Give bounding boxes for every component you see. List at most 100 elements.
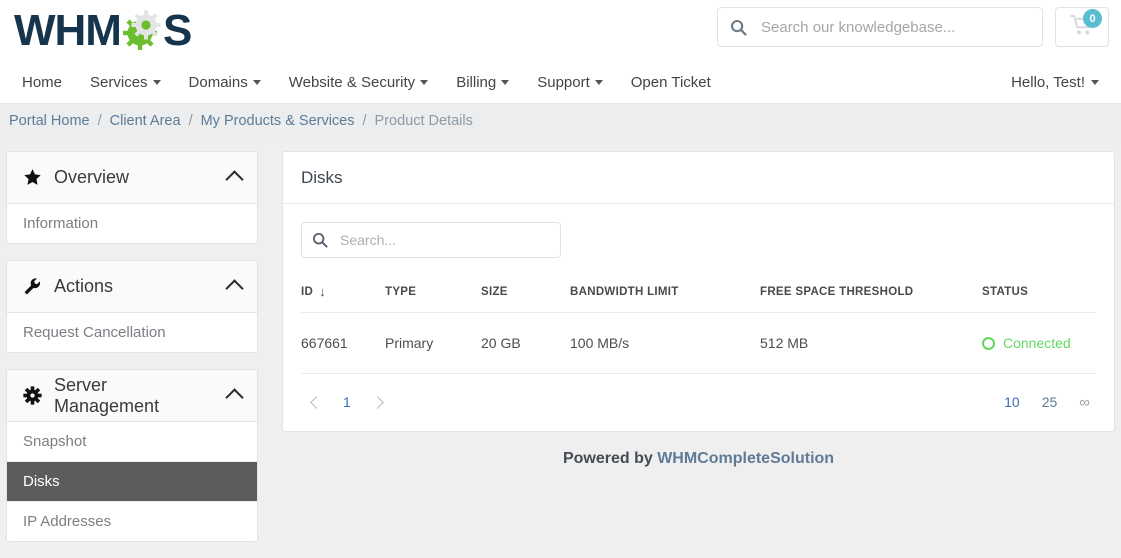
nav-item-home[interactable]: Home	[18, 74, 76, 91]
circle-outline-icon	[982, 336, 995, 350]
column-header-free-space-threshold[interactable]: FREE SPACE THRESHOLD	[760, 270, 982, 313]
pagination-page-sizes: 10 25 ∞	[1004, 394, 1096, 411]
table-row[interactable]: 667661 Primary 20 GB 100 MB/s 512 MB Con…	[301, 312, 1096, 374]
breadcrumb-separator: /	[97, 112, 102, 129]
footer-powered-by-text: Powered by	[562, 450, 658, 467]
page-size-25[interactable]: 25	[1042, 394, 1058, 410]
nav-item-website-security[interactable]: Website & Security	[275, 74, 442, 91]
header-actions: 0	[717, 7, 1109, 47]
main-content: Disks Search... ID ↓ TYPE SIZE BANDWIDTH…	[282, 151, 1115, 468]
site-footer: Powered by WHMCompleteSolution	[282, 432, 1115, 468]
breadcrumb: Portal Home / Client Area / My Products …	[0, 104, 1121, 137]
knowledgebase-search-input[interactable]	[759, 17, 1030, 37]
cell-type: Primary	[385, 312, 481, 374]
gear-icon	[23, 386, 42, 405]
breadcrumb-item-product-details: Product Details	[374, 112, 473, 129]
chevron-left-icon[interactable]	[301, 388, 329, 416]
account-menu[interactable]: Hello, Test!	[1011, 74, 1105, 91]
chevron-down-icon	[152, 80, 161, 85]
cart-count-badge: 0	[1083, 9, 1102, 28]
sidebar-panel-server-management: Server Management Snapshot Disks IP Addr…	[6, 369, 258, 542]
sidebar-panel-server-management-header[interactable]: Server Management	[7, 370, 257, 422]
chevron-down-icon	[420, 80, 429, 85]
nav-item-billing[interactable]: Billing	[442, 74, 523, 91]
table-search-input[interactable]	[338, 231, 550, 249]
sidebar-item-disks[interactable]: Disks	[7, 462, 257, 502]
arrow-down-icon: ↓	[319, 284, 326, 299]
main-navigation: Home Services Domains Website & Security…	[0, 62, 1121, 104]
logo-text-s: S	[162, 6, 192, 55]
table-header-row: ID ↓ TYPE SIZE BANDWIDTH LIMIT FREE SPACE…	[301, 270, 1096, 313]
cell-status: Connected	[982, 312, 1096, 374]
account-menu-label: Hello, Test!	[1011, 74, 1085, 91]
page-size-all[interactable]: ∞	[1079, 394, 1090, 411]
nav-label: Home	[22, 74, 63, 91]
nav-item-support[interactable]: Support	[523, 74, 617, 91]
chevron-up-icon[interactable]	[225, 170, 244, 189]
nav-label: Billing	[456, 74, 497, 91]
nav-label: Support	[537, 74, 590, 91]
whmcs-logo[interactable]: WHM S	[14, 6, 192, 55]
gear-icon	[119, 8, 165, 54]
chevron-up-icon[interactable]	[225, 279, 244, 298]
pagination: 1 10 25 ∞	[301, 374, 1096, 431]
knowledgebase-search[interactable]	[717, 7, 1043, 47]
search-icon	[312, 232, 328, 248]
chevron-up-icon[interactable]	[225, 388, 244, 407]
pagination-page-1[interactable]: 1	[335, 394, 359, 410]
sidebar-panel-actions-header[interactable]: Actions	[7, 261, 257, 313]
chevron-down-icon	[1091, 80, 1099, 85]
sidebar-panel-title: Overview	[54, 167, 130, 187]
column-header-status[interactable]: STATUS	[982, 270, 1096, 313]
breadcrumb-separator: /	[188, 112, 193, 129]
chevron-down-icon	[501, 80, 510, 85]
wrench-icon	[23, 277, 42, 296]
sidebar-item-ip-addresses[interactable]: IP Addresses	[7, 502, 257, 541]
chevron-down-icon	[594, 80, 603, 85]
nav-item-services[interactable]: Services	[76, 74, 175, 91]
breadcrumb-item-my-products-services[interactable]: My Products & Services	[198, 113, 358, 129]
sidebar-item-request-cancellation[interactable]: Request Cancellation	[7, 313, 257, 352]
page-body: Overview Information Actions Request Can…	[0, 137, 1121, 558]
nav-label: Open Ticket	[630, 74, 711, 91]
column-header-type[interactable]: TYPE	[385, 270, 481, 313]
shopping-cart-button[interactable]: 0	[1055, 7, 1109, 47]
nav-label: Website & Security	[288, 74, 416, 91]
breadcrumb-item-portal-home[interactable]: Portal Home	[6, 113, 93, 129]
pagination-pages: 1	[301, 388, 393, 416]
page-title: Disks	[283, 152, 1114, 204]
cell-bandwidth-limit: 100 MB/s	[570, 312, 760, 374]
cell-free-space-threshold: 512 MB	[760, 312, 982, 374]
status-badge: Connected	[982, 335, 1096, 351]
cell-id: 667661	[301, 312, 385, 374]
disks-card-body: ID ↓ TYPE SIZE BANDWIDTH LIMIT FREE SPACE…	[283, 204, 1114, 431]
nav-label: Domains	[188, 74, 248, 91]
sidebar-panel-overview-header[interactable]: Overview	[7, 152, 257, 204]
sidebar: Overview Information Actions Request Can…	[6, 151, 258, 558]
cell-size: 20 GB	[481, 312, 570, 374]
nav-label: Services	[90, 74, 148, 91]
breadcrumb-separator: /	[362, 112, 367, 129]
site-header: WHM S Search our knowledgebase... 0	[0, 0, 1121, 62]
sidebar-item-snapshot[interactable]: Snapshot	[7, 422, 257, 462]
sidebar-item-information[interactable]: Information	[7, 204, 257, 243]
page-size-10[interactable]: 10	[1004, 394, 1020, 410]
search-icon	[730, 19, 747, 36]
column-header-size[interactable]: SIZE	[481, 270, 570, 313]
footer-brand-link[interactable]: WHMCompleteSolution	[657, 450, 834, 467]
table-search[interactable]	[301, 222, 561, 258]
breadcrumb-item-client-area[interactable]: Client Area	[107, 113, 184, 129]
sidebar-panel-title: Actions	[54, 276, 114, 296]
nav-item-domains[interactable]: Domains	[175, 74, 275, 91]
chevron-right-icon[interactable]	[365, 388, 393, 416]
column-header-id[interactable]: ID ↓	[301, 270, 385, 313]
nav-item-open-ticket[interactable]: Open Ticket	[617, 74, 725, 91]
sidebar-panel-overview: Overview Information	[6, 151, 258, 244]
star-icon	[23, 168, 42, 187]
nav-items: Home Services Domains Website & Security…	[18, 74, 725, 91]
status-label: Connected	[1003, 335, 1071, 351]
disks-table: ID ↓ TYPE SIZE BANDWIDTH LIMIT FREE SPACE…	[301, 270, 1096, 374]
chevron-down-icon	[252, 80, 261, 85]
column-header-bandwidth-limit[interactable]: BANDWIDTH LIMIT	[570, 270, 760, 313]
logo-text-whm: WHM	[14, 6, 122, 55]
